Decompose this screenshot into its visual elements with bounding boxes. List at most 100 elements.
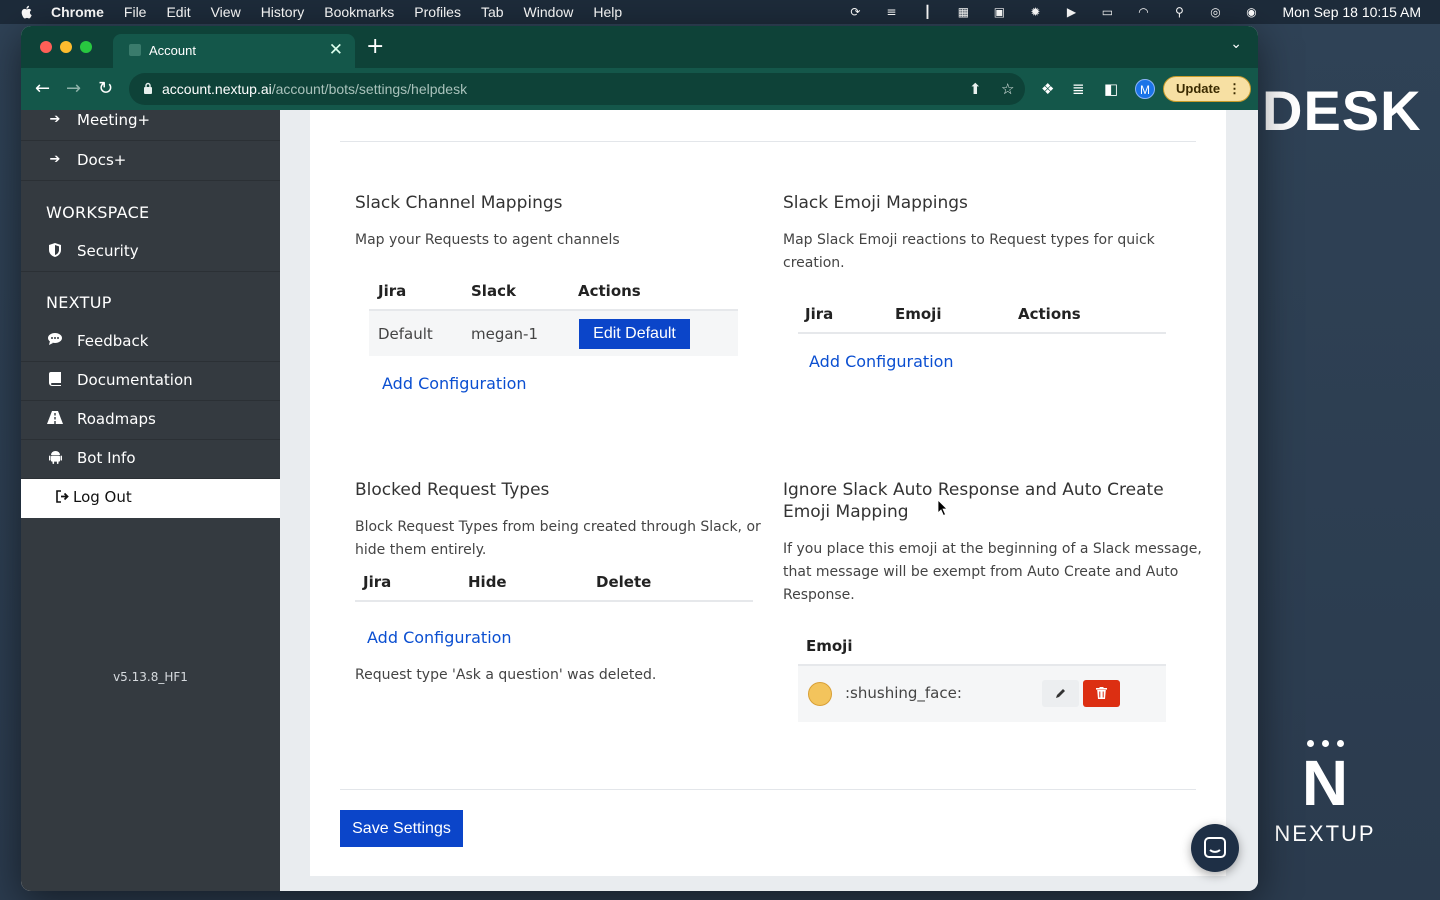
ignore-emoji-description-line2: that message will be exempt from Auto Cr… <box>783 564 1179 580</box>
sidebar-item-label: Bot Info <box>77 449 136 467</box>
bottom-divider <box>340 789 1196 790</box>
column-header-jira: Jira <box>378 282 407 300</box>
url-host: account.nextup.ai <box>162 81 272 97</box>
add-configuration-blocked-link[interactable]: Add Configuration <box>367 628 512 647</box>
menu-tab[interactable]: Tab <box>481 4 504 20</box>
share-icon[interactable]: ⬆ <box>969 80 982 98</box>
reload-icon[interactable]: ↻ <box>98 78 113 99</box>
sidebar-item-roadmaps[interactable]: Roadmaps <box>21 401 280 440</box>
tab-search-chevron-icon[interactable]: ⌄ <box>1230 36 1242 52</box>
apple-icon[interactable] <box>19 5 33 19</box>
menu-edit[interactable]: Edit <box>166 4 190 20</box>
menu-bookmarks[interactable]: Bookmarks <box>324 4 394 20</box>
menu-window[interactable]: Window <box>524 4 574 20</box>
sidebar-item-bot-info[interactable]: Bot Info <box>21 440 280 479</box>
menu-view[interactable]: View <box>211 4 241 20</box>
lock-icon <box>144 82 152 94</box>
battery-icon[interactable]: ▭ <box>1098 5 1116 19</box>
trash-icon[interactable] <box>1083 680 1120 707</box>
close-window-button[interactable] <box>40 41 52 53</box>
edit-default-button[interactable]: Edit Default <box>579 319 690 349</box>
side-panel-icon[interactable]: ◧ <box>1104 80 1118 98</box>
menu-app-name[interactable]: Chrome <box>51 4 104 20</box>
profile-avatar[interactable]: M <box>1135 79 1155 99</box>
tab-favicon-icon <box>129 44 141 56</box>
table-row: Default megan-1 Edit Default <box>369 311 738 356</box>
road-icon <box>47 411 63 427</box>
control-center-icon[interactable]: ◎ <box>1206 5 1224 19</box>
sidebar-item-label: Security <box>77 242 139 260</box>
browser-tab-account[interactable]: Account ✕ <box>113 34 355 68</box>
camera-icon[interactable]: ▣ <box>990 5 1008 19</box>
sidebar-item-log-out[interactable]: Log Out <box>21 479 280 518</box>
sidebar-item-docs[interactable]: ➔ Docs+ <box>21 142 280 181</box>
sync-icon[interactable]: ⟳ <box>846 5 864 19</box>
channel-mappings-description: Map your Requests to agent channels <box>355 232 620 248</box>
app-version: v5.13.8_HF1 <box>113 670 188 684</box>
sun-icon[interactable]: ✹ <box>1026 5 1044 19</box>
ignore-emoji-description-line3: Response. <box>783 587 855 603</box>
maximize-window-button[interactable] <box>80 41 92 53</box>
emoji-code: :shushing_face: <box>845 684 962 702</box>
column-header-jira: Jira <box>805 305 834 323</box>
address-bar[interactable]: account.nextup.ai/account/bots/settings/… <box>129 73 1025 105</box>
support-chat-icon[interactable] <box>1191 824 1239 872</box>
update-button[interactable]: Update ⋮ <box>1163 76 1251 102</box>
macos-menu-bar: Chrome File Edit View History Bookmarks … <box>0 0 1440 24</box>
emoji-mappings-description-line2: creation. <box>783 255 845 271</box>
menu-profiles[interactable]: Profiles <box>414 4 461 20</box>
display-icon[interactable]: ▦ <box>954 5 972 19</box>
minimize-window-button[interactable] <box>60 41 72 53</box>
logo-name: NEXTUP <box>1274 821 1376 846</box>
kebab-menu-icon[interactable]: ⋮ <box>1228 77 1241 101</box>
sidebar-heading-workspace: WORKSPACE <box>46 203 150 222</box>
save-settings-button[interactable]: Save Settings <box>340 810 463 847</box>
sidebar-heading-nextup: NEXTUP <box>46 293 112 312</box>
emoji-mappings-title: Slack Emoji Mappings <box>783 193 968 213</box>
add-configuration-channel-link[interactable]: Add Configuration <box>382 374 527 393</box>
back-arrow-icon[interactable]: ← <box>35 78 50 99</box>
row-slack-value: megan-1 <box>471 325 539 343</box>
sidebar-item-documentation[interactable]: Documentation <box>21 362 280 401</box>
sidebar-item-security[interactable]: Security <box>21 233 280 272</box>
sidebar-item-label: Log Out <box>73 488 132 506</box>
menu-clock[interactable]: Mon Sep 18 10:15 AM <box>1282 4 1421 20</box>
sidebar-item-label: Roadmaps <box>77 410 156 428</box>
reading-list-icon[interactable]: ≣ <box>1072 80 1085 98</box>
bars-icon[interactable]: ≡ <box>882 5 900 19</box>
blocked-types-description-line2: hide them entirely. <box>355 542 487 558</box>
pencil-icon[interactable] <box>1042 680 1079 707</box>
audio-icon[interactable]: ┃ <box>918 5 936 19</box>
column-header-emoji: Emoji <box>895 305 942 323</box>
sidebar-item-label: Feedback <box>77 332 149 350</box>
siri-icon[interactable]: ◉ <box>1242 5 1260 19</box>
row-jira-value: Default <box>378 325 433 343</box>
arrow-right-icon: ➔ <box>49 112 61 127</box>
sidebar-item-label: Meeting+ <box>77 111 151 129</box>
menu-help[interactable]: Help <box>593 4 622 20</box>
forward-arrow-icon[interactable]: → <box>66 78 81 99</box>
page-viewport: ➔ Meeting+ ➔ Docs+ WORKSPACE Security NE… <box>21 110 1258 891</box>
menu-bar-tray: ⟳ ≡ ┃ ▦ ▣ ✹ ▶ ▭ ◠ ⚲ ◎ ◉ Mon Sep 18 10:15… <box>846 0 1440 24</box>
extensions-puzzle-icon[interactable]: ❖ <box>1041 80 1054 98</box>
wifi-icon[interactable]: ◠ <box>1134 5 1152 19</box>
android-icon <box>47 450 63 466</box>
sidebar-item-label: Documentation <box>77 371 193 389</box>
add-configuration-emoji-link[interactable]: Add Configuration <box>809 352 954 371</box>
window-controls <box>40 41 92 53</box>
emoji-mappings-description-line1: Map Slack Emoji reactions to Request typ… <box>783 232 1155 248</box>
bookmark-star-icon[interactable]: ☆ <box>1001 80 1014 98</box>
update-label: Update <box>1176 81 1221 96</box>
sidebar-item-meeting[interactable]: ➔ Meeting+ <box>21 110 280 141</box>
wallpaper-nextup-logo: N NEXTUP <box>1270 740 1380 847</box>
sidebar-item-feedback[interactable]: Feedback <box>21 323 280 362</box>
shield-icon <box>47 243 63 259</box>
menu-file[interactable]: File <box>124 4 147 20</box>
menu-history[interactable]: History <box>261 4 305 20</box>
search-icon[interactable]: ⚲ <box>1170 5 1188 19</box>
ignore-emoji-title-line2: Emoji Mapping <box>783 502 909 522</box>
new-tab-plus-icon[interactable]: + <box>366 34 384 59</box>
settings-card: Slack Channel Mappings Map your Requests… <box>310 110 1226 876</box>
tab-close-icon[interactable]: ✕ <box>329 40 343 60</box>
play-icon[interactable]: ▶ <box>1062 5 1080 19</box>
